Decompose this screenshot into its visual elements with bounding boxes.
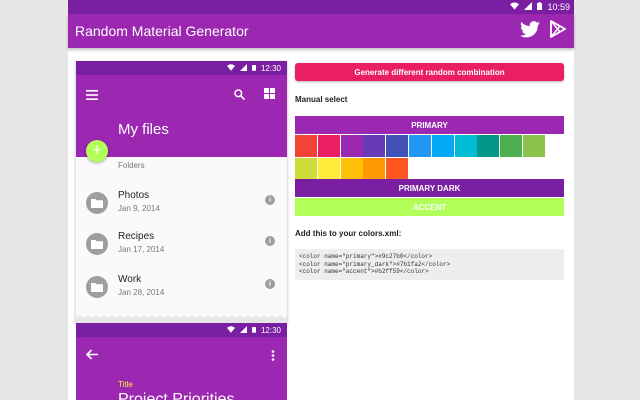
file-name: Photos [118, 190, 150, 201]
phone-status-time: 12:30 [260, 325, 281, 335]
color-swatch[interactable] [363, 157, 386, 180]
folder-icon [86, 192, 108, 214]
color-swatch[interactable] [295, 157, 317, 180]
color-swatch-grid [295, 135, 564, 181]
detail-title: Project Priorities [118, 391, 235, 400]
color-swatch[interactable] [363, 135, 386, 157]
zigzag-divider [76, 315, 287, 323]
color-swatch[interactable] [454, 135, 477, 157]
add-fab-button[interactable]: + [86, 140, 108, 162]
twitter-icon[interactable] [520, 20, 540, 43]
primary-dark-bar[interactable]: PRIMARY DARK [295, 179, 564, 197]
color-swatch[interactable] [500, 135, 523, 157]
status-bar: 10:59 [68, 0, 574, 14]
phone-status-bar: 12:30 [76, 61, 287, 75]
color-swatch[interactable] [386, 157, 409, 180]
manual-select-label: Manual select [295, 95, 348, 104]
detail-label: Title [118, 380, 133, 389]
wifi-icon [510, 2, 520, 12]
color-swatch[interactable] [295, 135, 317, 157]
phone-status-bar: 12:30 [76, 323, 287, 337]
primary-bar[interactable]: PRIMARY [295, 116, 564, 134]
signal-icon [239, 63, 247, 73]
signal-icon [524, 2, 533, 12]
phone-title: My files [118, 121, 169, 138]
more-vert-icon[interactable] [271, 348, 275, 366]
file-date: Jan 9, 2014 [118, 204, 160, 213]
file-name: Recipes [118, 231, 155, 242]
signal-icon [239, 325, 247, 335]
right-gutter [574, 0, 640, 400]
color-swatch[interactable] [340, 135, 363, 157]
color-swatch[interactable] [317, 157, 340, 180]
code-line: <color name="primary_dark">#7b1fa2</colo… [299, 260, 451, 268]
wifi-icon [226, 325, 235, 335]
list-item[interactable]: Recipes Jan 17, 2014 i [76, 224, 287, 264]
file-name: Work [118, 274, 142, 285]
play-store-icon[interactable] [550, 20, 566, 43]
file-date: Jan 17, 2014 [118, 245, 165, 254]
menu-icon[interactable] [86, 87, 98, 105]
color-swatch[interactable] [340, 157, 363, 180]
app-actions [520, 20, 566, 43]
colors-xml-label: Add this to your colors.xml: [295, 229, 402, 238]
app-title: Random Material Generator [75, 23, 249, 39]
phone-header: My files [76, 75, 287, 157]
phone-status-time: 12:30 [260, 63, 281, 73]
back-arrow-icon[interactable] [85, 347, 98, 365]
code-line: <color name="accent">#b2ff59</color> [299, 268, 429, 275]
info-icon[interactable]: i [265, 195, 275, 205]
left-gutter [0, 0, 68, 400]
battery-icon [251, 64, 256, 73]
color-swatch[interactable] [431, 135, 454, 157]
folder-icon [86, 233, 108, 255]
color-swatch[interactable] [408, 135, 431, 157]
folders-section-label: Folders [118, 161, 145, 170]
list-item[interactable]: Work Jan 28, 2014 i [76, 267, 287, 307]
color-swatch[interactable] [317, 135, 340, 157]
info-icon[interactable]: i [265, 279, 275, 289]
phone-preview-files: 12:30 My files + Folders Photos Jan 9, 2… [76, 61, 287, 323]
code-line: <color name="primary">#9c27b0</color> [299, 253, 433, 260]
app-bar: Random Material Generator [68, 14, 574, 48]
generate-random-button[interactable]: Generate different random combination [295, 63, 564, 81]
status-time: 10:59 [547, 2, 570, 12]
wifi-icon [226, 63, 235, 73]
grid-view-icon[interactable] [264, 86, 275, 104]
info-icon[interactable]: i [265, 236, 275, 246]
file-date: Jan 28, 2014 [118, 288, 165, 297]
color-swatch[interactable] [522, 135, 545, 157]
phone-preview-detail: 12:30 Title Project Priorities [76, 323, 287, 400]
color-swatch[interactable] [477, 135, 500, 157]
list-item[interactable]: Photos Jan 9, 2014 i [76, 183, 287, 223]
folder-icon [86, 276, 108, 298]
search-icon[interactable] [234, 87, 246, 105]
battery-icon [537, 2, 543, 12]
battery-icon [251, 326, 256, 335]
accent-bar[interactable]: ACCENT [295, 198, 564, 216]
color-swatch[interactable] [386, 135, 409, 157]
colors-xml-code: <color name="primary">#9c27b0</color> <c… [295, 249, 564, 280]
